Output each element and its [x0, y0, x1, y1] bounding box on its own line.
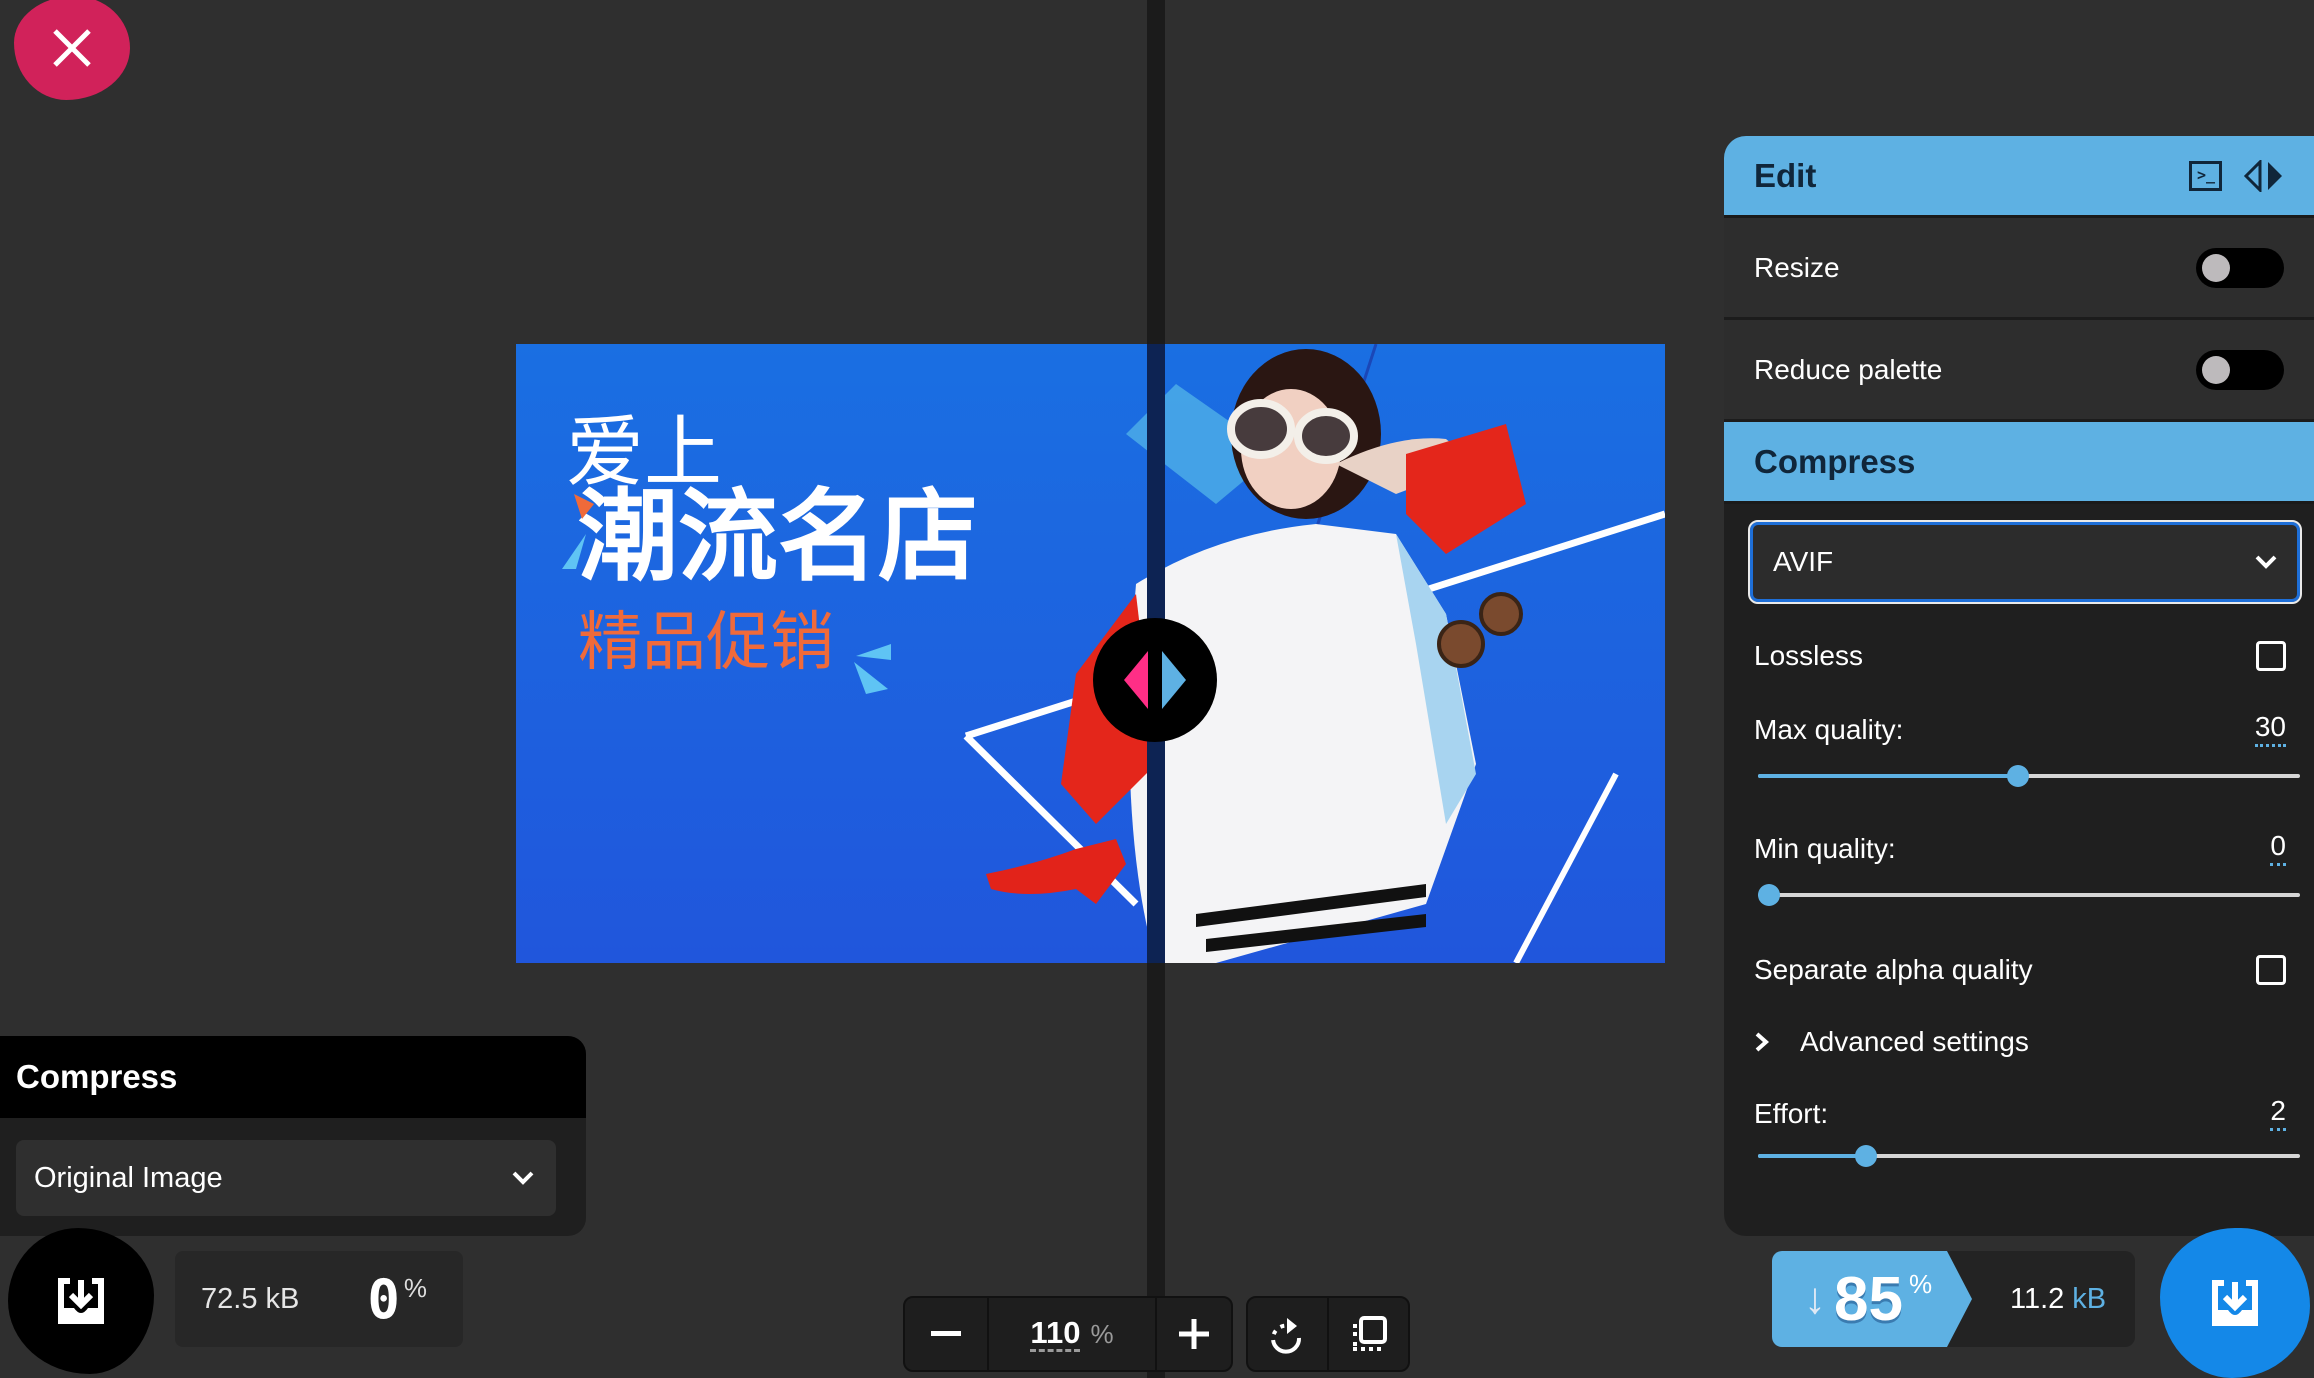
- terminal-icon[interactable]: >_: [2189, 160, 2222, 191]
- lossless-checkbox[interactable]: [2256, 641, 2286, 671]
- reduce-palette-label: Reduce palette: [1754, 353, 1943, 385]
- savings-percent-sign: %: [1908, 1269, 1933, 1299]
- result-size-unit: kB: [2072, 1282, 2107, 1315]
- slider-thumb[interactable]: [1855, 1145, 1878, 1167]
- reduce-palette-toggle[interactable]: [2196, 349, 2284, 390]
- image-preview: 爱上 潮流名店 精品促销: [516, 344, 1665, 963]
- zoom-level: 110 %: [987, 1298, 1155, 1370]
- max-quality-value[interactable]: 30: [2254, 712, 2286, 747]
- subline-text: 精品促销: [578, 606, 834, 680]
- close-icon: [53, 29, 91, 67]
- zoom-toolbar: 110 %: [903, 1296, 1233, 1372]
- download-result-button[interactable]: [2160, 1228, 2310, 1378]
- compare-toggle-icon[interactable]: [2244, 159, 2284, 192]
- chevron-right-icon: [1755, 1032, 1770, 1052]
- effort-value[interactable]: 2: [2270, 1096, 2286, 1131]
- original-size: 72.5 kB: [201, 1282, 300, 1315]
- zoom-out-button[interactable]: [905, 1298, 987, 1370]
- banner-image: 爱上 潮流名店 精品促销: [516, 344, 1665, 963]
- slider-thumb[interactable]: [1758, 884, 1780, 906]
- original-stats: 72.5 kB 0 %: [175, 1251, 463, 1347]
- min-quality-value[interactable]: 0: [2270, 831, 2286, 866]
- download-original-button[interactable]: [8, 1228, 154, 1374]
- resize-label: Resize: [1754, 251, 1840, 283]
- left-format-select[interactable]: Original Image: [16, 1140, 556, 1216]
- separate-alpha-label: Separate alpha quality: [1754, 954, 2033, 985]
- zoom-value-input[interactable]: 110: [1030, 1316, 1081, 1352]
- separate-alpha-row: Separate alpha quality: [1724, 954, 2314, 986]
- min-quality-slider[interactable]: [1758, 880, 2300, 910]
- slider-thumb[interactable]: [2007, 765, 2030, 787]
- edit-header: Edit >_: [1724, 136, 2314, 218]
- rotate-button[interactable]: [1248, 1298, 1327, 1370]
- download-icon: [58, 1278, 104, 1324]
- download-icon: [2212, 1280, 2258, 1326]
- options-panel-right: Edit >_ Resize Reduce palette Compress A…: [1724, 136, 2314, 1236]
- advanced-settings-label: Advanced settings: [1800, 1026, 2029, 1057]
- separate-alpha-checkbox[interactable]: [2256, 955, 2286, 985]
- format-select-value: AVIF: [1773, 546, 1834, 577]
- background-toggle-icon: [1352, 1316, 1387, 1351]
- effort-row: Effort: 2: [1724, 1096, 2314, 1131]
- left-compress-title: Compress: [16, 1058, 178, 1095]
- original-percent-sign: %: [403, 1273, 427, 1303]
- lossless-label: Lossless: [1754, 640, 1863, 671]
- zoom-in-button[interactable]: [1155, 1298, 1231, 1370]
- savings-percent: 85: [1834, 1264, 1903, 1334]
- compare-arrows-icon: [1124, 651, 1186, 709]
- advanced-settings-toggle[interactable]: Advanced settings: [1724, 1026, 2314, 1058]
- compare-handle[interactable]: [1093, 618, 1217, 742]
- max-quality-slider[interactable]: [1758, 761, 2300, 791]
- minus-icon: [931, 1331, 961, 1336]
- result-size: 11.2 kB: [2010, 1251, 2106, 1347]
- compress-title: Compress: [1754, 442, 1916, 480]
- format-select[interactable]: AVIF: [1748, 520, 2302, 604]
- headline-large: 潮流名店: [578, 478, 978, 595]
- left-format-value: Original Image: [34, 1161, 223, 1194]
- close-button[interactable]: [14, 0, 130, 100]
- compress-header: Compress: [1724, 422, 2314, 504]
- min-quality-row: Min quality: 0: [1724, 831, 2314, 866]
- options-panel-left: Compress Original Image: [0, 1036, 586, 1236]
- reduce-palette-row: Reduce palette: [1724, 320, 2314, 422]
- down-arrow-icon: ↓: [1804, 1274, 1826, 1323]
- effort-slider[interactable]: [1758, 1141, 2300, 1171]
- resize-row: Resize: [1724, 218, 2314, 320]
- zoom-percent-sign: %: [1090, 1318, 1114, 1349]
- chevron-down-icon: [2255, 555, 2277, 569]
- background-toggle-button[interactable]: [1327, 1298, 1408, 1370]
- max-quality-label: Max quality:: [1754, 713, 1904, 745]
- result-size-value: 11.2: [2010, 1282, 2065, 1315]
- original-percent: 0: [367, 1267, 400, 1331]
- resize-toggle[interactable]: [2196, 247, 2284, 288]
- max-quality-row: Max quality: 30: [1724, 712, 2314, 747]
- left-compress-header: Compress: [0, 1036, 586, 1118]
- plus-icon: [1179, 1319, 1209, 1349]
- edit-title: Edit: [1754, 156, 1817, 194]
- lossless-row: Lossless: [1724, 640, 2314, 672]
- savings-badge: ↓ 85 %: [1772, 1251, 1972, 1347]
- min-quality-label: Min quality:: [1754, 832, 1896, 864]
- chevron-down-icon: [512, 1171, 534, 1185]
- rotate-icon: [1270, 1318, 1301, 1354]
- effort-label: Effort:: [1754, 1097, 1829, 1129]
- view-toolbar: [1246, 1296, 1410, 1372]
